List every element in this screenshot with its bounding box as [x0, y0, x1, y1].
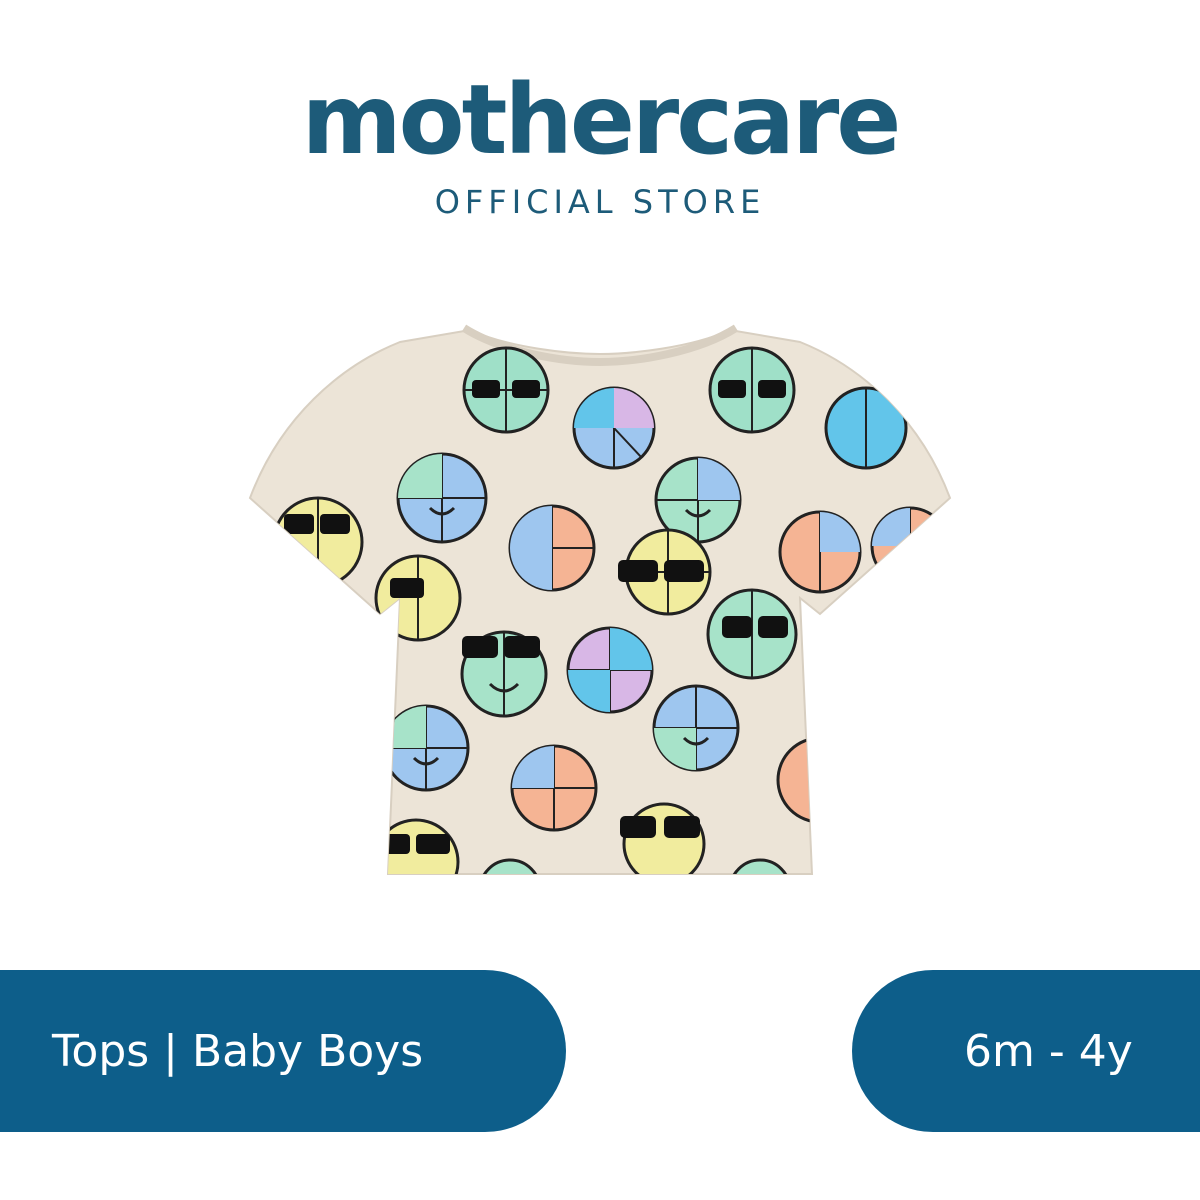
ball-print-icon [372, 818, 460, 874]
ball-print-icon [706, 588, 798, 680]
category-tag-label: Tops | Baby Boys [52, 1025, 424, 1077]
ball-print-icon [572, 386, 656, 470]
category-tag: Tops | Baby Boys [0, 970, 566, 1132]
ball-print-icon [510, 744, 598, 832]
ball-print-icon [776, 736, 864, 824]
age-range-tag: 6m - 4y [852, 970, 1200, 1132]
ball-print-icon [374, 554, 462, 642]
age-range-tag-label: 6m - 4y [964, 1025, 1133, 1077]
brand-subtitle: OFFICIAL STORE [434, 183, 766, 221]
ball-print-icon [870, 506, 950, 586]
tshirt-product-image [248, 324, 952, 875]
ball-print-icon [396, 452, 488, 544]
ball-print-icon [708, 346, 796, 434]
ball-print-icon [824, 386, 908, 470]
ball-print-icon [462, 346, 550, 434]
ball-print-icon [382, 704, 470, 792]
brand-logo: mothercare [301, 64, 902, 176]
ball-print-icon [652, 684, 740, 772]
ball-print-icon [508, 504, 596, 592]
ball-print-icon [566, 626, 654, 714]
ball-print-icon [778, 510, 862, 594]
ball-print-icon [460, 630, 548, 718]
ball-print-icon [272, 496, 364, 588]
